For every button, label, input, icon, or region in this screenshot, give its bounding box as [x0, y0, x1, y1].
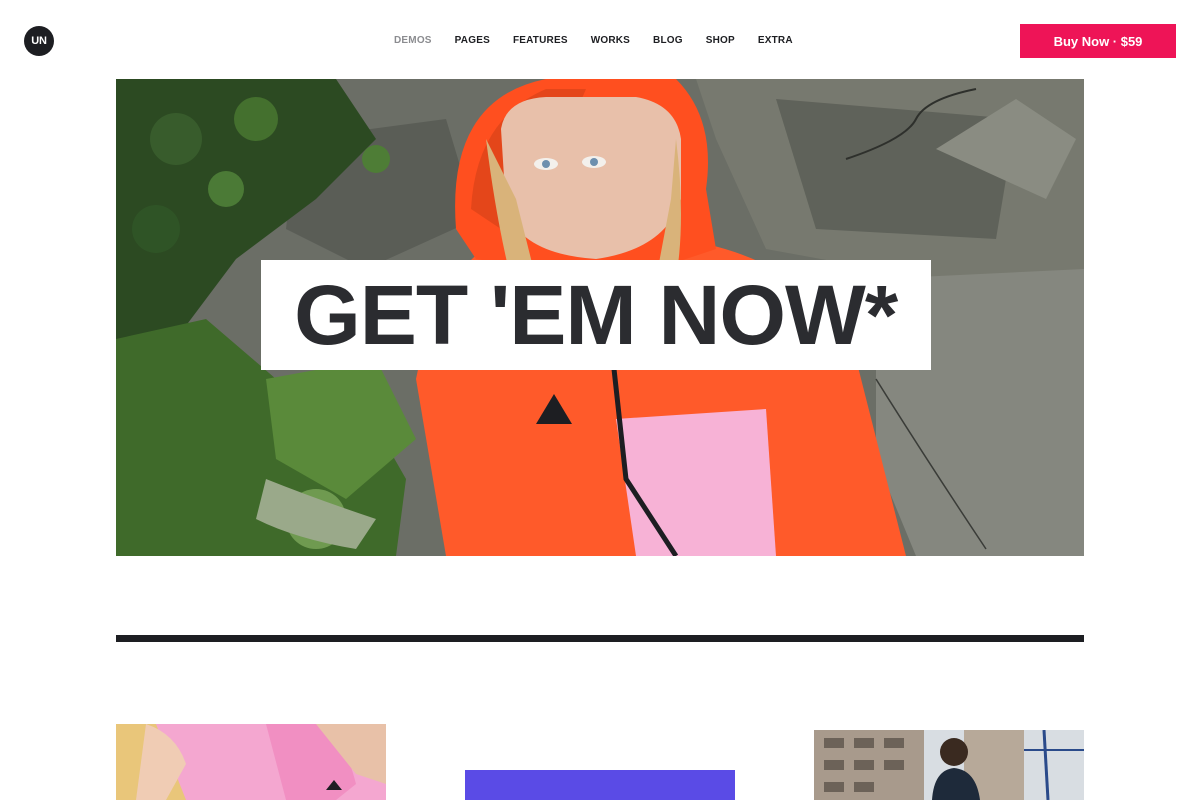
- product-card-3[interactable]: [814, 730, 1084, 800]
- nav-item-extra[interactable]: EXTRA: [758, 34, 793, 48]
- product-card-1[interactable]: [116, 724, 386, 800]
- hero-banner[interactable]: GET 'EM NOW*: [116, 79, 1084, 556]
- main-nav: DEMOS PAGES FEATURES WORKS BLOG SHOP EXT…: [394, 34, 793, 48]
- product-image-1: [116, 724, 386, 800]
- hero-headline-box: GET 'EM NOW*: [261, 260, 931, 370]
- nav-item-works[interactable]: WORKS: [591, 34, 630, 48]
- nav-item-demos[interactable]: DEMOS: [394, 34, 432, 48]
- section-divider: [116, 635, 1084, 642]
- product-card-2[interactable]: [465, 770, 735, 800]
- nav-item-features[interactable]: FEATURES: [513, 34, 568, 48]
- product-image-2: [465, 770, 735, 800]
- nav-item-blog[interactable]: BLOG: [653, 34, 683, 48]
- buy-now-button[interactable]: Buy Now · $59: [1020, 24, 1176, 58]
- product-image-3: [814, 730, 1084, 800]
- page: UN DEMOS PAGES FEATURES WORKS BLOG SHOP …: [0, 0, 1200, 800]
- nav-item-shop[interactable]: SHOP: [706, 34, 735, 48]
- hero-headline: GET 'EM NOW*: [294, 268, 898, 362]
- nav-item-pages[interactable]: PAGES: [455, 34, 490, 48]
- site-logo[interactable]: UN: [24, 26, 54, 56]
